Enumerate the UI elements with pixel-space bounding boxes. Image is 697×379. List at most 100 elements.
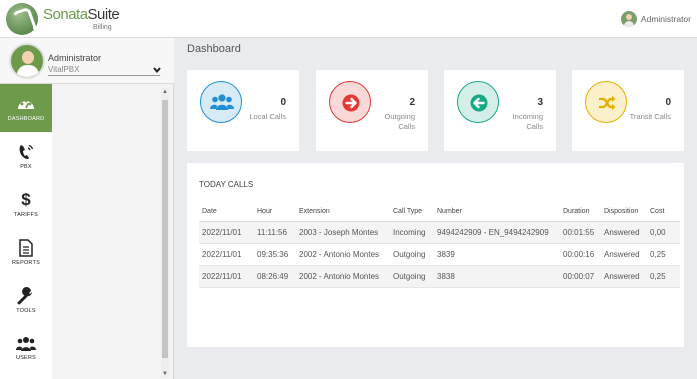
user-menu-label: Administrator <box>640 14 691 24</box>
users-icon <box>200 81 242 123</box>
wrench-icon <box>17 286 32 304</box>
app-logo[interactable]: SonataSuite Billing <box>6 3 214 35</box>
cell-date: 2022/11/01 <box>199 265 254 288</box>
sidebar-item-label: TOOLS <box>16 307 36 314</box>
cell-extension: 2003 - Joseph Montes <box>296 221 390 244</box>
dashboard-gauge-icon <box>18 99 34 109</box>
sidebar-item-pbx[interactable]: PBX <box>0 132 52 180</box>
stat-card-incoming-calls[interactable]: 3 Incoming Calls <box>444 70 556 151</box>
column-header-call-type[interactable]: Call Type <box>390 203 434 222</box>
stat-card-value: 2 <box>409 97 415 108</box>
stat-card-label-line: Calls <box>526 122 543 131</box>
stat-card-label: Incoming Calls <box>513 112 543 132</box>
arrow-right-icon <box>329 81 371 123</box>
column-header-disposition[interactable]: Disposition <box>601 203 647 222</box>
column-header-number[interactable]: Number <box>434 203 560 222</box>
sidebar-item-label: PBX <box>20 163 32 170</box>
sidebar-user-panel: Administrator VitalPBX <box>0 38 174 84</box>
dollar-icon: $ <box>21 189 31 209</box>
stat-card-transit-calls[interactable]: 0 Transit Calls <box>572 70 684 151</box>
phone-icon <box>19 144 34 159</box>
brand-subtitle: Billing <box>93 24 112 31</box>
cell-date: 2022/11/01 <box>199 221 254 244</box>
scroll-up-icon[interactable]: ▲ <box>161 88 169 96</box>
sidebar: Administrator VitalPBX DASHBOARD PBX $ T… <box>0 38 174 379</box>
sidebar-item-dashboard[interactable]: DASHBOARD <box>0 84 52 132</box>
cell-number: 9494242909 - EN_9494242909 <box>434 221 560 244</box>
stat-card-label-line: Incoming <box>512 112 543 121</box>
table-row[interactable]: 2022/11/01 08:26:49 2002 - Antonio Monte… <box>199 265 680 288</box>
today-calls-table: Date Hour Extension Call Type Number Dur… <box>199 203 680 288</box>
top-header: SonataSuite Billing Administrator <box>0 0 697 38</box>
cell-duration: 00:00:16 <box>560 243 601 266</box>
sidebar-item-tools[interactable]: TOOLS <box>0 276 52 324</box>
cell-call-type: Outgoing <box>390 243 434 266</box>
scrollbar-thumb[interactable] <box>162 100 168 358</box>
sidebar-user-name: Administrator <box>48 53 102 63</box>
column-header-cost[interactable]: Cost <box>647 203 680 222</box>
cell-duration: 00:01:55 <box>560 221 601 244</box>
sidebar-item-label: REPORTS <box>12 259 40 266</box>
column-header-extension[interactable]: Extension <box>296 203 390 222</box>
sidebar-item-label: TARIFFS <box>14 211 38 218</box>
cell-hour: 11:11:56 <box>254 221 296 244</box>
cell-extension: 2002 - Antonio Montes <box>296 265 390 288</box>
cell-hour: 08:26:49 <box>254 265 296 288</box>
stat-card-local-calls[interactable]: 0 Local Calls <box>187 70 299 151</box>
stat-card-label-line: Outgoing <box>384 112 415 121</box>
stat-card-label-line: Calls <box>398 122 415 131</box>
sidebar-scrollbar[interactable]: ▲ ▼ <box>161 88 169 378</box>
sidebar-item-label: USERS <box>16 354 36 361</box>
logo-mark-icon <box>6 3 38 35</box>
column-header-hour[interactable]: Hour <box>254 203 296 222</box>
sidebar-item-users[interactable]: USERS <box>0 324 52 372</box>
cell-cost: 0,25 <box>647 265 680 288</box>
cell-disposition: Answered <box>601 221 647 244</box>
avatar <box>9 43 45 79</box>
cell-hour: 09:35:36 <box>254 243 296 266</box>
stat-card-label-line: Transit Calls <box>629 112 671 121</box>
column-header-duration[interactable]: Duration <box>560 203 601 222</box>
users-icon <box>16 336 36 351</box>
stat-card-label: Local Calls <box>249 112 286 122</box>
stat-card-label: Outgoing Calls <box>385 112 415 132</box>
stat-card-outgoing-calls[interactable]: 2 Outgoing Calls <box>316 70 428 151</box>
scroll-down-icon[interactable]: ▼ <box>161 370 169 378</box>
today-calls-title: TODAY CALLS <box>199 180 254 189</box>
column-header-date[interactable]: Date <box>199 203 254 222</box>
sidebar-item-reports[interactable]: REPORTS <box>0 228 52 276</box>
table-row[interactable]: 2022/11/01 11:11:56 2003 - Joseph Montes… <box>199 221 680 244</box>
arrow-left-icon <box>457 81 499 123</box>
sidebar-nav: DASHBOARD PBX $ TARIFFS REPORTS TOOLS US… <box>0 84 52 379</box>
table-header-row: Date Hour Extension Call Type Number Dur… <box>199 203 680 222</box>
cell-number: 3838 <box>434 265 560 288</box>
sidebar-item-label: DASHBOARD <box>7 115 45 122</box>
today-calls-panel: TODAY CALLS Date Hour Extension Call Typ… <box>187 163 684 347</box>
cell-call-type: Outgoing <box>390 265 434 288</box>
cell-extension: 2002 - Antonio Montes <box>296 243 390 266</box>
cell-cost: 0,25 <box>647 243 680 266</box>
user-avatar-icon <box>620 11 637 27</box>
sidebar-item-tariffs[interactable]: $ TARIFFS <box>0 180 52 228</box>
stat-card-value: 0 <box>665 97 671 108</box>
stat-card-value: 3 <box>537 97 543 108</box>
brand-name: SonataSuite <box>43 6 120 23</box>
shuffle-icon <box>585 81 627 123</box>
brand-name-part1: Sonata <box>43 6 88 23</box>
page-title: Dashboard <box>187 43 241 55</box>
chevron-down-icon[interactable] <box>152 65 162 75</box>
document-icon <box>19 238 33 257</box>
brand-name-part2: Suite <box>87 6 120 23</box>
cell-call-type: Incoming <box>390 221 434 244</box>
cell-duration: 00:00:07 <box>560 265 601 288</box>
table-row[interactable]: 2022/11/01 09:35:36 2002 - Antonio Monte… <box>199 243 680 266</box>
stat-card-label-line: Local Calls <box>249 112 286 121</box>
tenant-select[interactable]: VitalPBX <box>48 65 160 76</box>
cell-cost: 0,00 <box>647 221 680 244</box>
user-menu[interactable]: Administrator <box>620 9 691 29</box>
stat-card-value: 0 <box>280 97 286 108</box>
cell-number: 3839 <box>434 243 560 266</box>
cell-disposition: Answered <box>601 243 647 266</box>
cell-disposition: Answered <box>601 265 647 288</box>
cell-date: 2022/11/01 <box>199 243 254 266</box>
